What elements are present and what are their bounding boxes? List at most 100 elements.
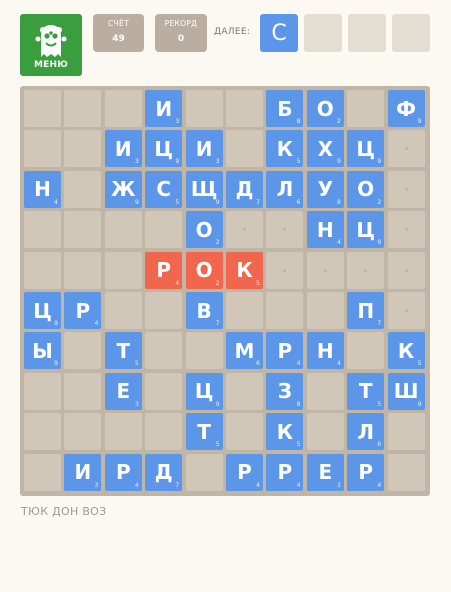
letter-tile[interactable]: Ц9 (347, 130, 385, 168)
letter-tile[interactable]: Р4 (266, 332, 304, 370)
letter-tile[interactable]: М6 (226, 332, 263, 370)
letter-tile[interactable]: В7 (185, 292, 223, 329)
letter-tile[interactable]: Е3 (104, 372, 142, 410)
letter-tile[interactable]: И3 (185, 130, 223, 168)
letter-tile[interactable]: Н4 (306, 332, 344, 370)
empty-cell[interactable] (226, 130, 263, 168)
letter-tile[interactable]: Ш9 (387, 372, 425, 410)
empty-cell[interactable] (24, 453, 61, 491)
letter-tile[interactable]: Щ9 (185, 170, 223, 208)
empty-cell[interactable] (387, 292, 425, 329)
letter-tile[interactable]: Ц9 (347, 211, 385, 249)
letter-tile[interactable]: К5 (266, 130, 304, 168)
empty-cell[interactable] (266, 292, 304, 329)
empty-cell[interactable] (64, 413, 102, 451)
empty-cell[interactable] (347, 90, 385, 127)
empty-cell[interactable] (306, 292, 344, 329)
empty-cell[interactable] (387, 413, 425, 451)
letter-tile[interactable]: Ф9 (387, 90, 425, 127)
letter-tile[interactable]: У8 (306, 170, 344, 208)
empty-cell[interactable] (104, 251, 142, 289)
letter-tile[interactable]: Д7 (226, 170, 263, 208)
letter-tile[interactable]: Е3 (306, 453, 344, 491)
letter-tile[interactable]: И3 (104, 130, 142, 168)
menu-button[interactable]: МЕНЮ (20, 14, 82, 76)
empty-cell[interactable] (64, 372, 102, 410)
empty-cell[interactable] (145, 292, 183, 329)
empty-cell[interactable] (24, 372, 61, 410)
letter-tile[interactable]: Т5 (347, 372, 385, 410)
word-tile[interactable]: К5 (226, 251, 263, 289)
letter-tile[interactable]: И3 (145, 90, 183, 127)
letter-tile[interactable]: К5 (387, 332, 425, 370)
empty-cell[interactable] (64, 90, 102, 127)
empty-cell[interactable] (306, 251, 344, 289)
letter-tile[interactable]: О2 (306, 90, 344, 127)
empty-cell[interactable] (347, 332, 385, 370)
empty-cell[interactable] (104, 211, 142, 249)
empty-cell[interactable] (64, 251, 102, 289)
letter-tile[interactable]: О2 (347, 170, 385, 208)
empty-cell[interactable] (226, 292, 263, 329)
letter-tile[interactable]: Ы9 (24, 332, 61, 370)
letter-tile[interactable]: Ц9 (145, 130, 183, 168)
empty-cell[interactable] (104, 90, 142, 127)
letter-tile[interactable]: И3 (64, 453, 102, 491)
letter-tile[interactable]: Ц9 (24, 292, 61, 329)
letter-tile[interactable]: З8 (266, 372, 304, 410)
empty-cell[interactable] (24, 211, 61, 249)
empty-cell[interactable] (145, 211, 183, 249)
letter-tile[interactable]: Ж9 (104, 170, 142, 208)
empty-cell[interactable] (266, 211, 304, 249)
empty-cell[interactable] (64, 332, 102, 370)
letter-tile[interactable]: К5 (266, 413, 304, 451)
empty-cell[interactable] (64, 170, 102, 208)
letter-tile[interactable]: С5 (145, 170, 183, 208)
empty-cell[interactable] (24, 90, 61, 127)
word-tile[interactable]: Р4 (145, 251, 183, 289)
letter-tile[interactable]: Л6 (347, 413, 385, 451)
letter-tile[interactable]: Р4 (266, 453, 304, 491)
letter-tile[interactable]: Н4 (306, 211, 344, 249)
empty-cell[interactable] (387, 170, 425, 208)
letter-tile[interactable]: Р4 (226, 453, 263, 491)
empty-cell[interactable] (226, 90, 263, 127)
empty-cell[interactable] (145, 372, 183, 410)
empty-cell[interactable] (387, 251, 425, 289)
empty-cell[interactable] (24, 251, 61, 289)
empty-cell[interactable] (347, 251, 385, 289)
empty-cell[interactable] (306, 372, 344, 410)
empty-cell[interactable] (24, 413, 61, 451)
letter-tile[interactable]: П7 (347, 292, 385, 329)
letter-tile[interactable]: О2 (185, 211, 223, 249)
empty-cell[interactable] (226, 413, 263, 451)
empty-cell[interactable] (104, 292, 142, 329)
letter-tile[interactable]: Р4 (347, 453, 385, 491)
empty-cell[interactable] (24, 130, 61, 168)
letter-tile[interactable]: Р4 (104, 453, 142, 491)
letter-tile[interactable]: Н4 (24, 170, 61, 208)
empty-cell[interactable] (145, 332, 183, 370)
empty-cell[interactable] (387, 130, 425, 168)
letter-tile[interactable]: Б8 (266, 90, 304, 127)
letter-tile[interactable]: Ц9 (185, 372, 223, 410)
empty-cell[interactable] (226, 372, 263, 410)
empty-cell[interactable] (387, 453, 425, 491)
empty-cell[interactable] (64, 211, 102, 249)
letter-tile[interactable]: Л6 (266, 170, 304, 208)
empty-cell[interactable] (266, 251, 304, 289)
empty-cell[interactable] (185, 332, 223, 370)
empty-cell[interactable] (185, 453, 223, 491)
empty-cell[interactable] (226, 211, 263, 249)
letter-tile[interactable]: Т5 (104, 332, 142, 370)
empty-cell[interactable] (104, 413, 142, 451)
empty-cell[interactable] (64, 130, 102, 168)
letter-tile[interactable]: Х9 (306, 130, 344, 168)
empty-cell[interactable] (387, 211, 425, 249)
empty-cell[interactable] (306, 413, 344, 451)
letter-tile[interactable]: Т5 (185, 413, 223, 451)
letter-tile[interactable]: Д7 (145, 453, 183, 491)
letter-tile[interactable]: Р4 (64, 292, 102, 329)
word-tile[interactable]: О2 (185, 251, 223, 289)
empty-cell[interactable] (145, 413, 183, 451)
